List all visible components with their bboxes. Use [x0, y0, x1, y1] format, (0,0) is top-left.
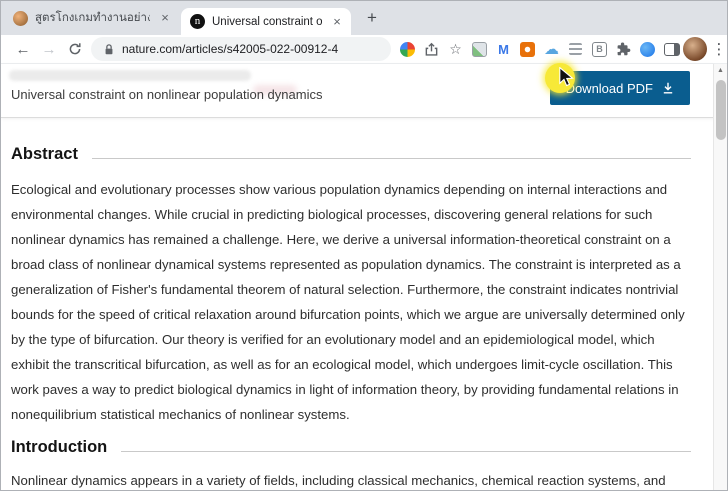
colorful-extension-icon[interactable]: [399, 41, 416, 58]
profile-avatar[interactable]: [683, 37, 707, 61]
tab-close-icon[interactable]: ×: [329, 14, 345, 30]
cloud-extension-icon[interactable]: ☁: [543, 41, 560, 58]
browser-window: สูตรโกงเกมทำงานอย่างไร ? พร้อมรู้จัก... …: [0, 0, 728, 491]
download-icon: [663, 82, 673, 94]
m-extension-icon[interactable]: M: [495, 41, 512, 58]
lock-icon: [105, 43, 113, 54]
heading-rule: [91, 158, 691, 159]
image-extension-icon[interactable]: [471, 41, 488, 58]
abstract-paragraph: Ecological and evolutionary processes sh…: [11, 182, 685, 422]
nature-favicon-icon: n: [190, 14, 205, 29]
tab-thai-article[interactable]: สูตรโกงเกมทำงานอย่างไร ? พร้อมรู้จัก... …: [3, 1, 179, 35]
bookmark-star-icon[interactable]: ☆: [447, 41, 464, 58]
abstract-heading: Abstract: [11, 145, 78, 163]
browser-menu-icon[interactable]: ⋮: [710, 40, 727, 58]
tab-close-icon[interactable]: ×: [157, 10, 173, 26]
toolbar-icons: ☆ M ☁ B: [399, 41, 680, 58]
introduction-paragraph: Nonlinear dynamics appears in a variety …: [11, 473, 666, 488]
extensions-puzzle-icon[interactable]: [615, 41, 632, 58]
introduction-heading: Introduction: [11, 438, 108, 456]
address-bar[interactable]: nature.com/articles/s42005-022-00912-4: [91, 37, 391, 61]
scrollbar-up-icon[interactable]: ▲: [714, 64, 727, 78]
new-tab-button[interactable]: +: [361, 8, 383, 30]
blue-extension-icon[interactable]: [639, 41, 656, 58]
notes-extension-icon[interactable]: [567, 41, 584, 58]
tab-title: สูตรโกงเกมทำงานอย่างไร ? พร้อมรู้จัก...: [35, 12, 150, 24]
article-title: Universal constraint on nonlinear popula…: [11, 87, 323, 102]
article-sticky-header: Universal constraint on nonlinear popula…: [1, 63, 715, 118]
tab-title: Universal constraint on nonlinear: [212, 15, 322, 28]
scrollbar-thumb[interactable]: [716, 80, 726, 140]
orange-extension-icon[interactable]: [519, 41, 536, 58]
b-extension-icon[interactable]: B: [591, 41, 608, 58]
tab-strip: สูตรโกงเกมทำงานอย่างไร ? พร้อมรู้จัก... …: [1, 1, 727, 35]
share-icon[interactable]: [423, 41, 440, 58]
back-button[interactable]: ←: [11, 37, 35, 61]
tab1-favicon-icon: [13, 10, 28, 26]
forward-button[interactable]: →: [37, 37, 61, 61]
side-panel-icon[interactable]: [663, 41, 680, 58]
abstract-section-heading: Abstract: [11, 144, 691, 164]
browser-toolbar: ← → nature.com/articles/s42005-022-00912…: [1, 35, 727, 64]
download-pdf-label: Download PDF: [565, 80, 653, 96]
tab-nature-article[interactable]: n Universal constraint on nonlinear ×: [181, 8, 351, 35]
url-text: nature.com/articles/s42005-022-00912-4: [122, 42, 339, 56]
reload-button[interactable]: [63, 37, 87, 61]
mouse-cursor: [559, 67, 574, 87]
reload-icon: [69, 43, 81, 55]
article-content: Abstract Ecological and evolutionary pro…: [1, 118, 715, 490]
introduction-section-heading: Introduction: [11, 437, 691, 457]
blurred-breadcrumb: [9, 70, 251, 81]
page-scrollbar[interactable]: ▲: [713, 64, 727, 490]
heading-rule: [121, 451, 691, 452]
